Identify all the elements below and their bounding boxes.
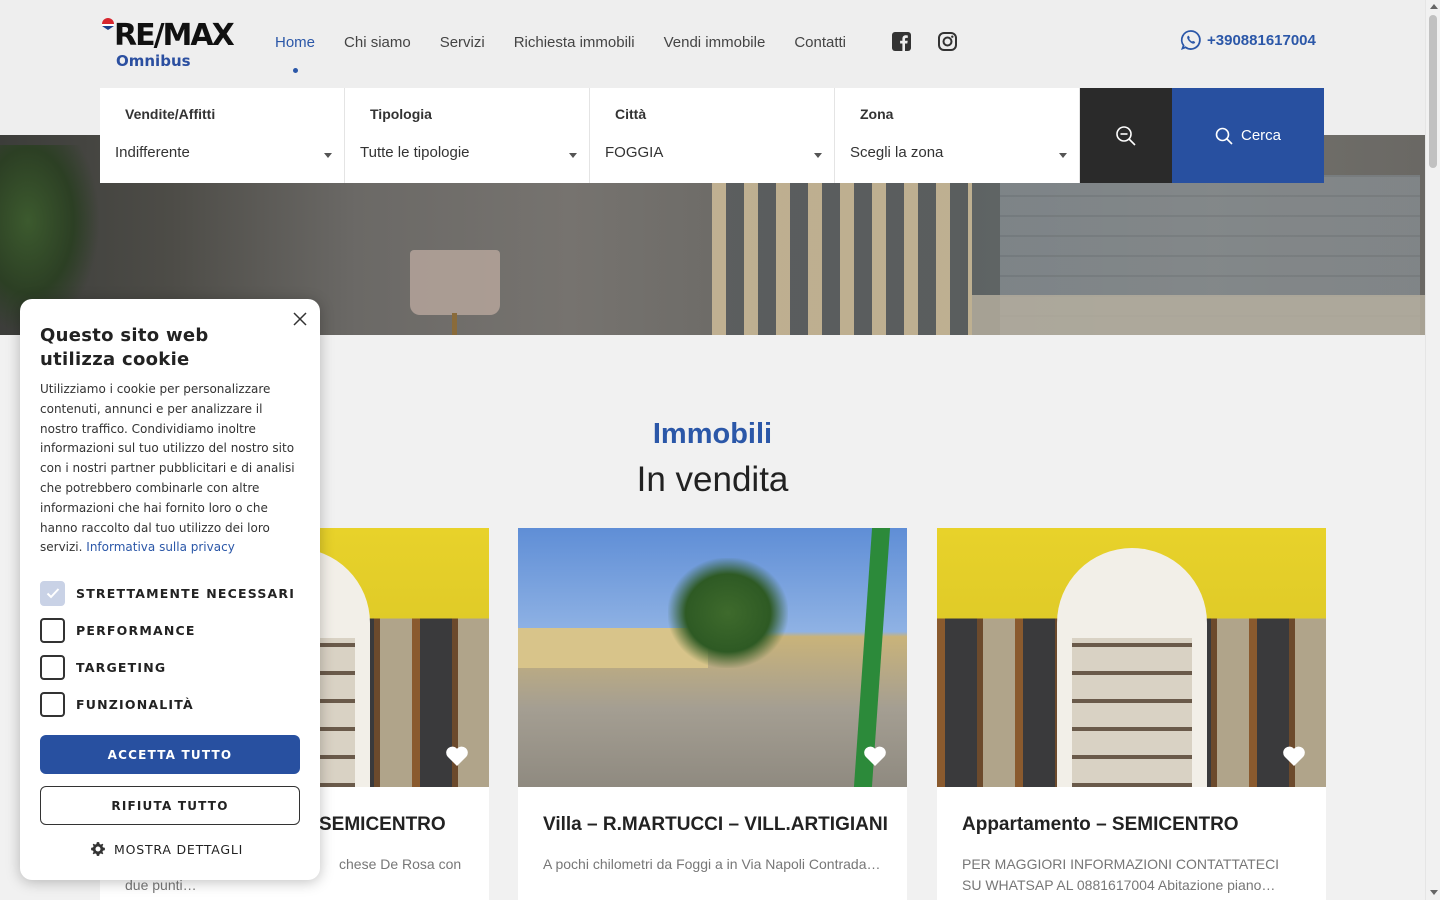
property-search-bar: Vendite/Affitti Indifferente Tipologia T… xyxy=(100,88,1324,183)
favorite-heart-icon[interactable] xyxy=(445,745,469,767)
listing-card[interactable]: Villa – R.MARTUCCI – VILL.ARTIGIANI A po… xyxy=(518,528,907,900)
instagram-icon[interactable] xyxy=(937,31,958,52)
remax-logo[interactable]: RE/MAX Omnibus xyxy=(100,14,235,74)
reject-all-button[interactable]: RIFIUTA TUTTO xyxy=(40,786,300,825)
checkbox[interactable] xyxy=(40,691,65,717)
whatsapp-phone-link[interactable]: +390881617004 xyxy=(1180,29,1316,51)
scrollbar-thumb[interactable] xyxy=(1429,15,1437,168)
checkbox[interactable] xyxy=(40,617,65,643)
select-zona[interactable]: Zona Scegli la zona xyxy=(835,88,1080,183)
select-citta[interactable]: Città FOGGIA xyxy=(590,88,835,183)
hero-wood-slats xyxy=(712,180,972,335)
cookie-description: Utilizziamo i cookie per personalizzare … xyxy=(40,382,295,555)
nav-home[interactable]: Home xyxy=(275,34,315,73)
caret-down-icon xyxy=(1059,153,1067,158)
nav-contatti[interactable]: Contatti xyxy=(794,34,846,51)
listing-title[interactable]: Villa – R.MARTUCCI – VILL.ARTIGIANI xyxy=(543,814,888,836)
cookie-option-performance[interactable]: PERFORMANCE xyxy=(40,617,310,643)
nav-vendi-immobile[interactable]: Vendi immobile xyxy=(664,34,766,51)
page-scrollbar[interactable] xyxy=(1425,0,1440,900)
whatsapp-icon xyxy=(1180,30,1201,51)
favorite-heart-icon[interactable] xyxy=(1282,745,1306,767)
main-nav: Home Chi siamo Servizi Richiesta immobil… xyxy=(275,30,875,73)
listing-title[interactable]: Appartamento – SEMICENTRO xyxy=(962,814,1239,836)
caret-down-icon xyxy=(324,153,332,158)
close-icon[interactable] xyxy=(292,311,308,327)
privacy-policy-link[interactable]: Informativa sulla privacy xyxy=(86,540,235,554)
advanced-search-button[interactable] xyxy=(1080,88,1172,183)
cookie-title: Questo sito web utilizza cookie xyxy=(40,325,209,370)
hero-lamp xyxy=(410,250,500,315)
nav-richiesta-immobili[interactable]: Richiesta immobili xyxy=(514,34,635,51)
favorite-heart-icon[interactable] xyxy=(863,745,887,767)
select-tipologia[interactable]: Tipologia Tutte le tipologie xyxy=(345,88,590,183)
cookie-consent-dialog: Questo sito web utilizza cookie Utilizzi… xyxy=(20,299,320,880)
logo-text: RE/MAX xyxy=(114,18,235,53)
caret-down-icon xyxy=(569,153,577,158)
gear-icon xyxy=(91,842,105,856)
listing-description: PER MAGGIORI INFORMAZIONI CONTATTATECI S… xyxy=(962,856,1280,893)
hero-kitchen-counter xyxy=(972,295,1425,335)
listing-card[interactable]: Appartamento – SEMICENTRO PER MAGGIORI I… xyxy=(937,528,1326,900)
cookie-option-targeting[interactable]: TARGETING xyxy=(40,654,310,680)
scroll-up-arrow-icon[interactable] xyxy=(1430,4,1438,9)
caret-down-icon xyxy=(814,153,822,158)
listing-title[interactable]: SEMICENTRO xyxy=(319,814,446,836)
search-button[interactable]: Cerca xyxy=(1172,88,1324,183)
phone-number: +390881617004 xyxy=(1207,31,1316,49)
zoom-out-icon xyxy=(1116,125,1136,146)
accept-all-button[interactable]: ACCETTA TUTTO xyxy=(40,735,300,774)
listing-photo[interactable] xyxy=(937,528,1326,787)
search-button-label: Cerca xyxy=(1240,127,1281,144)
facebook-icon[interactable] xyxy=(891,31,912,52)
cookie-option-necessari[interactable]: STRETTAMENTE NECESSARI xyxy=(40,580,310,606)
listing-photo[interactable] xyxy=(518,528,907,787)
nav-chi-siamo[interactable]: Chi siamo xyxy=(344,34,411,51)
listing-description: A pochi chilometri da Foggi a in Via Nap… xyxy=(543,856,881,872)
search-icon xyxy=(1215,127,1233,145)
checkbox-checked[interactable] xyxy=(40,580,65,606)
nav-servizi[interactable]: Servizi xyxy=(440,34,485,51)
cookie-option-funzionalita[interactable]: FUNZIONALITÀ xyxy=(40,691,310,717)
select-vendite-affitti[interactable]: Vendite/Affitti Indifferente xyxy=(100,88,345,183)
checkbox[interactable] xyxy=(40,654,65,680)
logo-subtitle: Omnibus xyxy=(116,52,191,70)
checkmark-icon xyxy=(46,588,59,599)
scroll-down-arrow-icon[interactable] xyxy=(1430,890,1438,895)
show-details-button[interactable]: MOSTRA DETTAGLI xyxy=(90,841,243,857)
